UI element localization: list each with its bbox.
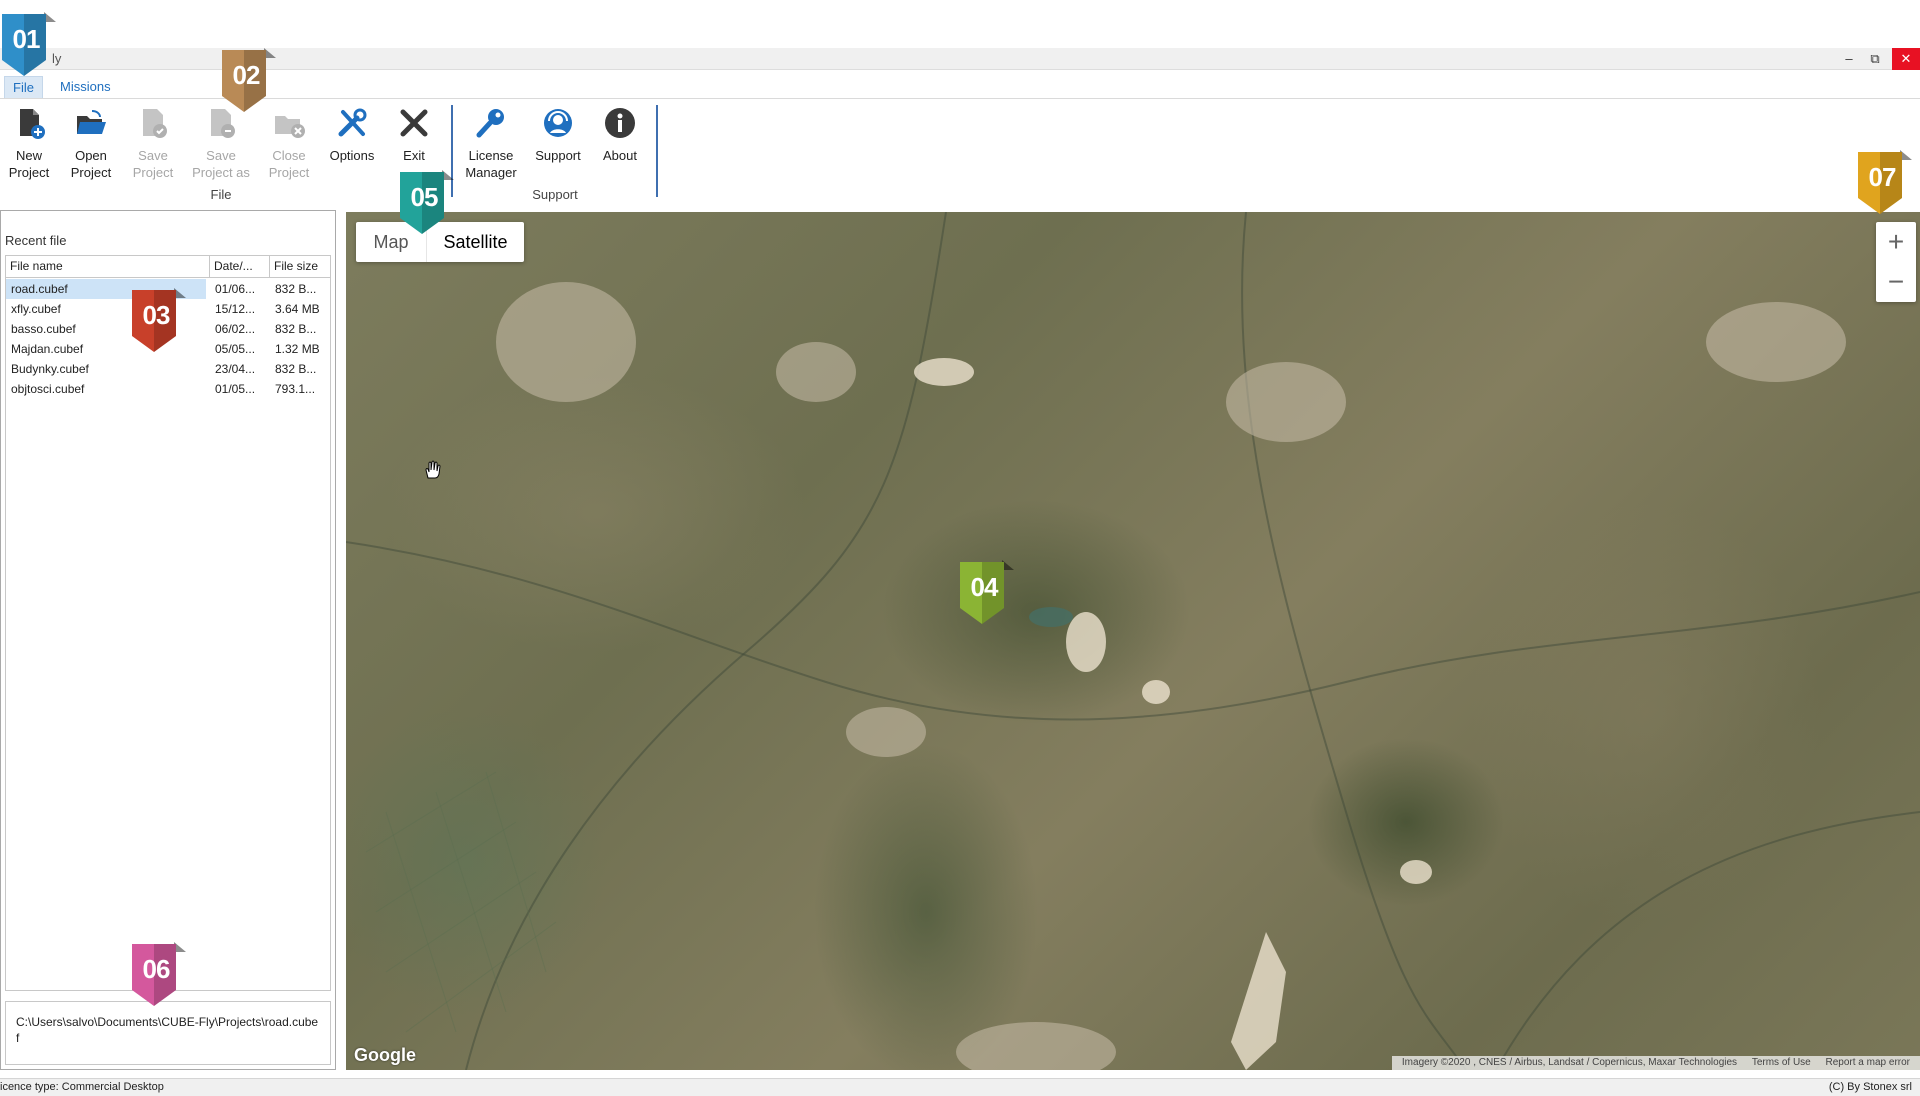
recent-files-list[interactable]: File name Date/... File size road.cubef 0… (5, 255, 331, 991)
license-type-status: icence type: Commercial Desktop (0, 1081, 164, 1093)
callout-badge-04: 04 (958, 560, 1014, 624)
file-name-cell: objtosci.cubef (11, 382, 85, 396)
table-row[interactable]: Budynky.cubef 23/04... 832 B... (6, 359, 330, 379)
options-icon (338, 108, 367, 137)
callout-number: 06 (142, 954, 171, 984)
exit-icon (400, 109, 428, 137)
app-window: ly – ⧉ ✕ File Missions New Project Open … (0, 0, 1920, 1096)
report-map-error-link[interactable]: Report a map error (1820, 1057, 1916, 1068)
file-size-cell: 793.1... (275, 382, 316, 396)
date-cell: 06/02... (215, 322, 256, 336)
license-key-icon (476, 109, 504, 138)
date-cell: 01/05... (215, 382, 256, 396)
recent-files-title: Recent file (5, 233, 67, 248)
about-button[interactable]: About (591, 106, 649, 164)
file-size-cell: 1.32 MB (275, 342, 320, 356)
terms-of-use-link[interactable]: Terms of Use (1746, 1057, 1817, 1068)
exit-button[interactable]: Exit (385, 106, 443, 164)
map-imagery (346, 212, 1920, 1070)
file-name-cell: Budynky.cubef (11, 362, 89, 376)
save-project-as-label: Save Project as (192, 148, 250, 180)
date-cell: 23/04... (215, 362, 256, 376)
callout-number: 02 (232, 60, 261, 90)
support-icon (544, 109, 572, 137)
save-project-label: Save Project (132, 148, 174, 180)
callout-badge-01: 01 (0, 12, 56, 76)
selected-file-path: C:\Users\salvo\Documents\CUBE-Fly\Projec… (5, 1001, 331, 1065)
close-project-label: Close Project (268, 148, 310, 180)
license-manager-label: License Manager (465, 148, 517, 180)
map-attribution-bar: Imagery ©2020 , CNES / Airbus, Landsat /… (1391, 1056, 1920, 1070)
title-bar: ly – ⧉ ✕ (0, 48, 1920, 70)
restore-button[interactable]: ⧉ (1862, 48, 1888, 70)
tab-missions[interactable]: Missions (52, 76, 119, 98)
column-header-date[interactable]: Date/... (210, 256, 270, 278)
google-logo: Google (354, 1045, 416, 1065)
minimize-button[interactable]: – (1836, 48, 1862, 70)
date-cell: 01/06... (215, 282, 256, 296)
open-project-label: Open Project (70, 148, 112, 180)
new-project-label: New Project (8, 148, 50, 180)
close-window-button[interactable]: ✕ (1892, 48, 1920, 70)
callout-badge-05: 05 (398, 170, 454, 234)
save-project-as-button[interactable]: Save Project as (192, 106, 250, 181)
callout-badge-06: 06 (130, 942, 186, 1006)
column-header-file-size[interactable]: File size (270, 256, 330, 278)
open-project-button[interactable]: Open Project (62, 106, 120, 181)
hand-cursor-icon (425, 460, 441, 479)
file-size-cell: 832 B... (275, 362, 317, 376)
about-label: About (603, 148, 637, 163)
callout-number: 03 (142, 300, 171, 330)
callout-badge-02: 02 (220, 48, 276, 112)
file-size-cell: 832 B... (275, 322, 317, 336)
open-project-icon (77, 110, 106, 134)
new-project-button[interactable]: New Project (0, 106, 58, 181)
new-project-icon (20, 109, 45, 139)
tab-file[interactable]: File (4, 76, 43, 98)
save-project-button[interactable]: Save Project (124, 106, 182, 181)
ribbon-separator (656, 105, 658, 197)
copyright-status: (C) By Stonex srl (1828, 1081, 1912, 1093)
status-bar: icence type: Commercial Desktop (C) By S… (0, 1078, 1920, 1096)
column-header-file-name[interactable]: File name (6, 256, 210, 278)
zoom-out-button[interactable]: − (1876, 262, 1916, 302)
callout-number: 07 (1868, 162, 1897, 192)
file-size-cell: 832 B... (275, 282, 317, 296)
options-label: Options (329, 148, 375, 163)
callout-number: 01 (12, 24, 41, 54)
list-header: File name Date/... File size (6, 256, 330, 278)
satellite-map[interactable]: Map Satellite + − Google Imagery ©2020 ,… (346, 212, 1920, 1070)
license-manager-button[interactable]: License Manager (462, 106, 520, 181)
group-label-file: File (210, 187, 232, 202)
exit-label: Exit (403, 148, 425, 163)
support-button[interactable]: Support (529, 106, 587, 164)
file-size-cell: 3.64 MB (275, 302, 320, 316)
group-label-support: Support (532, 187, 578, 202)
callout-badge-03: 03 (130, 288, 186, 352)
close-project-button[interactable]: Close Project (260, 106, 318, 181)
zoom-control: + − (1876, 222, 1916, 302)
support-label: Support (535, 148, 581, 163)
save-project-icon (143, 109, 167, 138)
table-row[interactable]: objtosci.cubef 01/05... 793.1... (6, 379, 330, 399)
zoom-in-button[interactable]: + (1876, 222, 1916, 262)
callout-number: 04 (970, 572, 999, 602)
options-button[interactable]: Options (323, 106, 381, 164)
map-attribution: Imagery ©2020 , CNES / Airbus, Landsat /… (1401, 1057, 1738, 1068)
date-cell: 15/12... (215, 302, 256, 316)
callout-number: 05 (410, 182, 439, 212)
info-icon (605, 108, 635, 138)
date-cell: 05/05... (215, 342, 256, 356)
callout-badge-07: 07 (1856, 150, 1912, 214)
ribbon: New Project Open Project Save Project Sa… (0, 99, 1920, 207)
